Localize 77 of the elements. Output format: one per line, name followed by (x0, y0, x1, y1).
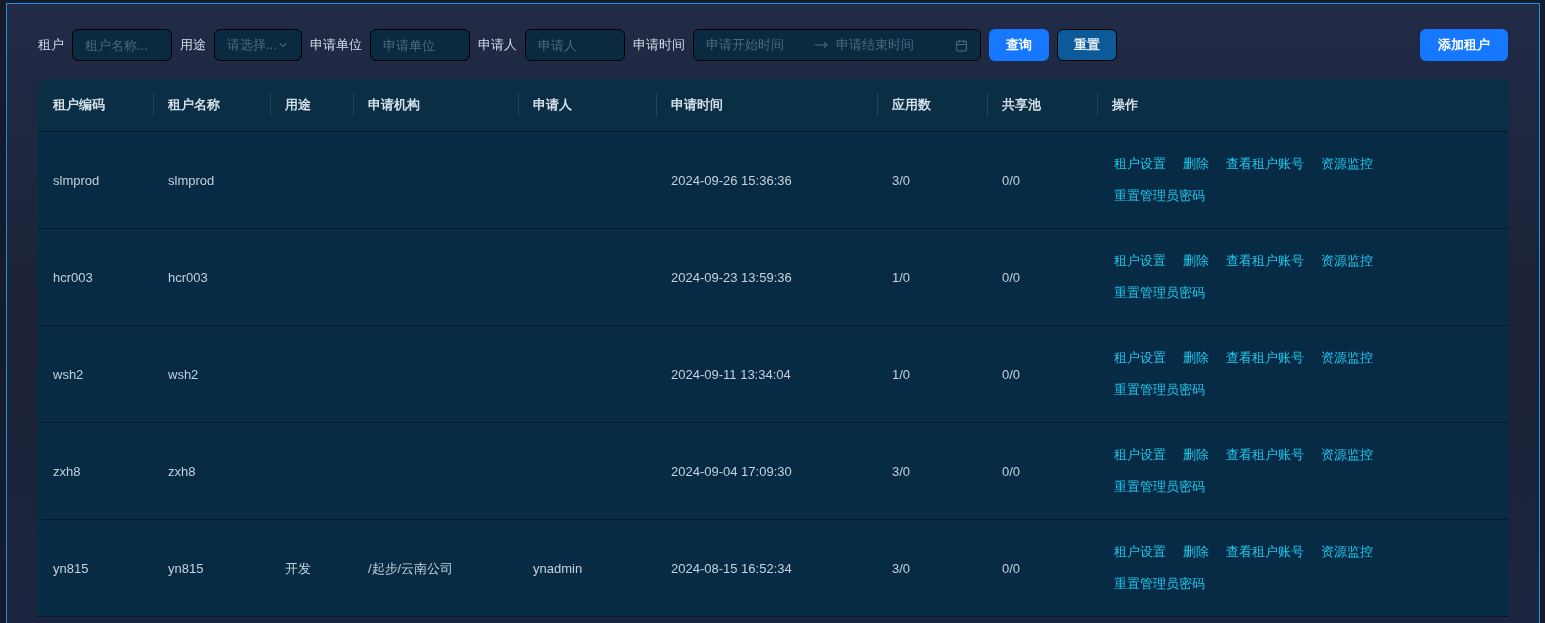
start-date-input[interactable]: 申请开始时间 (706, 35, 806, 55)
search-button[interactable]: 查询 (989, 29, 1049, 61)
action-link[interactable]: 租户设置 (1114, 250, 1166, 272)
reset-button[interactable]: 重置 (1057, 29, 1117, 61)
table-cell: 开发 (285, 561, 311, 576)
action-link[interactable]: 查看租户账号 (1226, 444, 1304, 466)
action-link[interactable]: 查看租户账号 (1226, 541, 1304, 563)
action-link[interactable]: 删除 (1183, 250, 1209, 272)
action-link[interactable]: 重置管理员密码 (1114, 185, 1205, 207)
table-cell: zxh8 (53, 464, 81, 479)
action-link[interactable]: 重置管理员密码 (1114, 282, 1205, 304)
table-cell: slmprod (168, 173, 215, 188)
input-field[interactable]: 申请人 (525, 29, 625, 61)
table-cell: ynadmin (533, 561, 583, 576)
column-header: 用途 (284, 96, 311, 115)
action-link[interactable]: 租户设置 (1114, 444, 1166, 466)
table-cell: 0/0 (1002, 173, 1021, 188)
table-cell: 0/0 (1002, 367, 1021, 382)
column-header: 租户编码 (52, 96, 105, 115)
table-cell: yn815 (53, 561, 89, 576)
table-cell: 2024-09-26 15:36:36 (671, 173, 792, 188)
action-link[interactable]: 资源监控 (1321, 541, 1373, 563)
action-link[interactable]: 租户设置 (1114, 541, 1166, 563)
table-cell: 0/0 (1002, 561, 1021, 576)
action-link[interactable]: 重置管理员密码 (1114, 476, 1205, 498)
calendar-icon (955, 38, 968, 52)
table-cell: 0/0 (1002, 464, 1021, 479)
table-cell: 1/0 (892, 270, 911, 285)
table-cell: 2024-08-15 16:52:34 (671, 561, 792, 576)
action-link[interactable]: 查看租户账号 (1226, 347, 1304, 369)
table-cell: wsh2 (53, 367, 84, 382)
action-link[interactable]: 资源监控 (1321, 347, 1373, 369)
column-header: 申请时间 (670, 96, 723, 115)
table-cell: yn815 (168, 561, 204, 576)
filter-label: 用途 (180, 36, 206, 55)
input-field[interactable]: 租户名称... (72, 29, 172, 61)
table-cell: 3/0 (892, 464, 911, 479)
action-link[interactable]: 资源监控 (1321, 444, 1373, 466)
action-link[interactable]: 删除 (1183, 444, 1209, 466)
action-link[interactable]: 资源监控 (1321, 250, 1373, 272)
table-cell: 0/0 (1002, 270, 1021, 285)
table-cell: 2024-09-11 13:34:04 (671, 367, 791, 382)
filter-label: 申请人 (478, 36, 517, 55)
table-cell: 2024-09-23 13:59:36 (671, 270, 792, 285)
table-cell: 3/0 (892, 561, 911, 576)
action-link[interactable]: 查看租户账号 (1226, 153, 1304, 175)
column-header: 申请人 (532, 96, 572, 115)
action-link[interactable]: 删除 (1183, 541, 1209, 563)
column-header: 租户名称 (167, 96, 220, 115)
column-header: 共享池 (1001, 96, 1041, 115)
column-header: 操作 (1111, 96, 1138, 115)
table-cell: 1/0 (892, 367, 911, 382)
action-link[interactable]: 租户设置 (1114, 347, 1166, 369)
filter-label: 租户 (38, 36, 64, 55)
table-cell: 3/0 (892, 173, 911, 188)
date-range-field[interactable]: 申请开始时间 申请结束时间 (693, 29, 981, 61)
column-header: 申请机构 (367, 96, 420, 115)
filter-label: 申请时间 (633, 36, 685, 55)
add-tenant-button[interactable]: 添加租户 (1420, 29, 1508, 61)
filter-label: 申请单位 (310, 36, 362, 55)
table-cell: 2024-09-04 17:09:30 (671, 464, 792, 479)
table-cell: /起步/云南公司 (368, 561, 454, 576)
action-link[interactable]: 删除 (1183, 153, 1209, 175)
table-cell: zxh8 (168, 464, 196, 479)
action-link[interactable]: 资源监控 (1321, 153, 1373, 175)
action-link[interactable]: 查看租户账号 (1226, 250, 1304, 272)
input-field[interactable]: 申请单位 (370, 29, 470, 61)
table-cell: wsh2 (168, 367, 199, 382)
column-header: 应用数 (891, 96, 931, 115)
action-link[interactable]: 重置管理员密码 (1114, 573, 1205, 595)
action-link[interactable]: 租户设置 (1114, 153, 1166, 175)
table-cell: hcr003 (168, 270, 208, 285)
table-cell: slmprod (53, 173, 100, 188)
action-link[interactable]: 重置管理员密码 (1114, 379, 1205, 401)
action-link[interactable]: 删除 (1183, 347, 1209, 369)
end-date-input[interactable]: 申请结束时间 (836, 35, 946, 55)
table-cell: hcr003 (53, 270, 93, 285)
